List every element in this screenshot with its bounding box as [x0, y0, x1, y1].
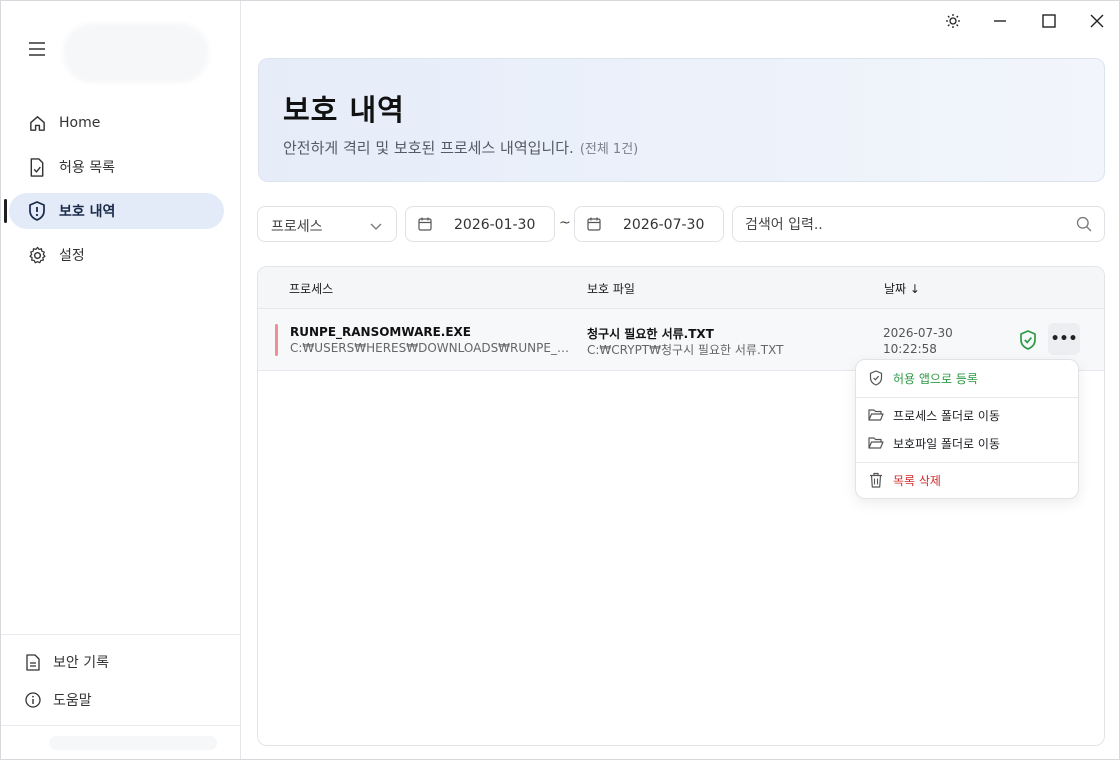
- file-check-icon: [27, 157, 47, 177]
- trash-icon: [868, 472, 884, 488]
- chevron-down-icon: [370, 219, 382, 235]
- total-count: (전체 1건): [579, 142, 639, 157]
- protected-file-name: 청구시 필요한 서류.TXT: [587, 327, 714, 341]
- sidebar-item-settings[interactable]: 설정: [9, 237, 224, 273]
- shield-check-icon: [1019, 330, 1037, 354]
- row-time: 10:22:58: [883, 342, 937, 356]
- gear-icon: [27, 245, 47, 265]
- row-date: 2026-07-30: [883, 326, 953, 340]
- calendar-icon: [587, 217, 601, 235]
- close-icon[interactable]: [1085, 9, 1109, 33]
- page-description: 안전하게 격리 및 보호된 프로세스 내역입니다.: [283, 139, 574, 157]
- menu-item-open-protected-folder[interactable]: 보호파일 폴더로 이동: [856, 430, 1078, 456]
- sidebar: Home 허용 목록 보호 내역 설정 보안 기록 도움말: [1, 1, 241, 759]
- folder-open-icon: [868, 435, 884, 451]
- sidebar-footer: [1, 725, 240, 759]
- menu-icon[interactable]: [25, 37, 49, 61]
- sidebar-item-home[interactable]: Home: [9, 105, 224, 141]
- sidebar-item-label: 허용 목록: [59, 160, 115, 176]
- shield-check-icon: [868, 370, 884, 386]
- row-context-menu: 허용 앱으로 등록 프로세스 폴더로 이동 보호파일 폴더로 이동 목록 삭제: [855, 359, 1079, 499]
- column-header-date-sort[interactable]: 날짜 ↓: [884, 280, 920, 297]
- date-from-picker[interactable]: 2026-01-30: [405, 206, 555, 242]
- info-icon: [24, 691, 42, 709]
- search-box: [732, 206, 1105, 242]
- sidebar-nav: Home 허용 목록 보호 내역 설정: [1, 105, 240, 281]
- menu-divider: [856, 462, 1078, 463]
- search-icon[interactable]: [1076, 216, 1092, 236]
- menu-item-label: 보호파일 폴더로 이동: [893, 436, 1000, 451]
- sidebar-item-help[interactable]: 도움말: [1, 689, 240, 711]
- app-window: Home 허용 목록 보호 내역 설정 보안 기록 도움말 보호 내역 안전하게…: [0, 0, 1120, 760]
- sidebar-item-security-log[interactable]: 보안 기록: [1, 651, 240, 673]
- table-header: 프로세스 보호 파일 날짜 ↓: [258, 267, 1104, 309]
- app-logo: [63, 23, 209, 83]
- date-to-value: 2026-07-30: [623, 217, 705, 233]
- minimize-icon[interactable]: [988, 9, 1012, 33]
- date-to-picker[interactable]: 2026-07-30: [574, 206, 724, 242]
- sidebar-item-label: Home: [59, 115, 101, 131]
- column-header-process[interactable]: 프로세스: [289, 280, 333, 297]
- menu-item-register-allow[interactable]: 허용 앱으로 등록: [856, 365, 1078, 391]
- search-input[interactable]: [745, 215, 1065, 235]
- sidebar-item-label: 보안 기록: [53, 655, 109, 671]
- maximize-icon[interactable]: [1037, 9, 1061, 33]
- footer-info: [49, 736, 217, 750]
- menu-item-label: 허용 앱으로 등록: [893, 371, 978, 386]
- menu-item-delete[interactable]: 목록 삭제: [856, 467, 1078, 493]
- column-header-protected-file[interactable]: 보호 파일: [587, 280, 635, 297]
- protected-file-path: C:₩CRYPT₩청구시 필요한 서류.TXT: [587, 343, 784, 357]
- home-icon: [27, 113, 47, 133]
- history-table: 프로세스 보호 파일 날짜 ↓ RUNPE_RANSOMWARE.EXE C:₩…: [257, 266, 1105, 746]
- page-title: 보호 내역: [283, 93, 405, 127]
- process-name: RUNPE_RANSOMWARE.EXE: [290, 325, 472, 339]
- sidebar-item-label: 설정: [59, 248, 85, 264]
- more-options-button[interactable]: •••: [1048, 323, 1080, 355]
- sidebar-item-label: 도움말: [53, 693, 92, 709]
- menu-item-label: 목록 삭제: [893, 473, 941, 488]
- sidebar-bottom: 보안 기록 도움말: [1, 634, 240, 727]
- process-filter-value: 프로세스: [271, 219, 323, 235]
- document-icon: [24, 653, 42, 671]
- page-header: 보호 내역 안전하게 격리 및 보호된 프로세스 내역입니다. (전체 1건): [258, 58, 1105, 182]
- theme-toggle-sun-icon[interactable]: [941, 9, 965, 33]
- process-path: C:₩USERS₩HERES₩DOWNLOADS₩RUNPE_RANS...: [290, 341, 570, 355]
- sidebar-item-protection-history[interactable]: 보호 내역: [4, 193, 224, 229]
- calendar-icon: [418, 217, 432, 235]
- date-range-separator: ~: [559, 215, 571, 231]
- sidebar-item-allow-list[interactable]: 허용 목록: [9, 149, 224, 185]
- shield-alert-icon: [27, 201, 47, 221]
- menu-item-label: 프로세스 폴더로 이동: [893, 408, 1000, 423]
- date-from-value: 2026-01-30: [454, 217, 536, 233]
- sidebar-item-label: 보호 내역: [59, 204, 116, 220]
- menu-divider: [856, 397, 1078, 398]
- row-status-marker: [275, 324, 278, 356]
- menu-item-open-process-folder[interactable]: 프로세스 폴더로 이동: [856, 402, 1078, 428]
- process-filter-select[interactable]: 프로세스: [257, 206, 397, 242]
- date-cell: 2026-07-30 10:22:58: [883, 325, 953, 357]
- page-subtitle: 안전하게 격리 및 보호된 프로세스 내역입니다. (전체 1건): [283, 137, 638, 158]
- folder-open-icon: [868, 407, 884, 423]
